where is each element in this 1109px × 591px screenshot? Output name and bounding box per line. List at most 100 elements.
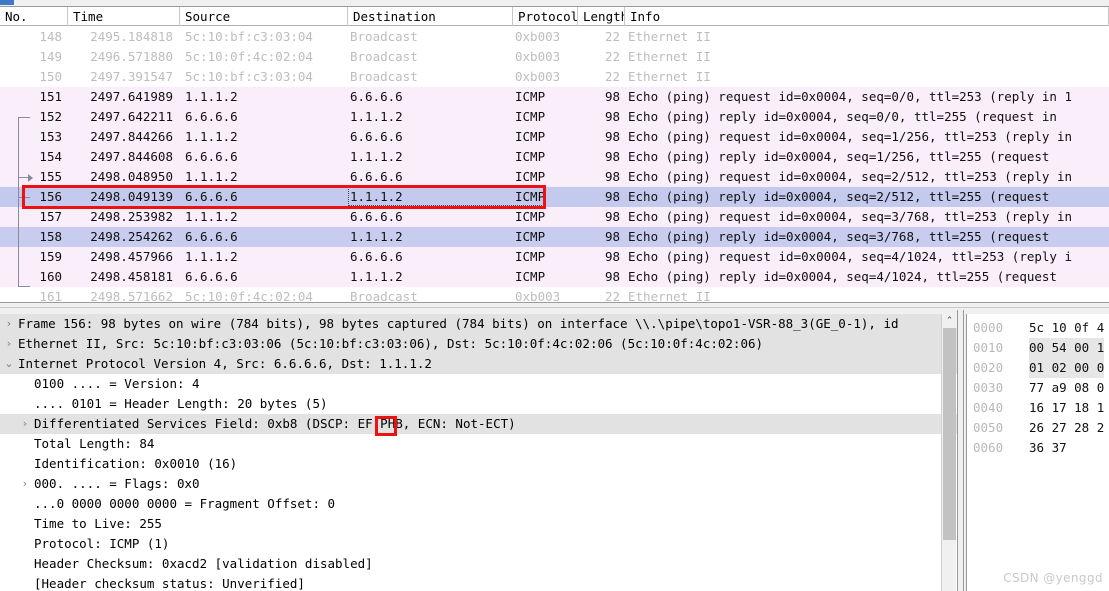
twisty-collapsed-icon[interactable]: › [2,334,16,354]
wireshark-window: No. Time Source Destination Protocol Length In… [0,0,1109,591]
packet-cell-no: 160 [39,269,62,284]
detail-pane-scrollbar[interactable]: ⌃ [941,314,957,591]
detail-tree-row[interactable]: Time to Live: 255 [0,514,960,534]
packet-row[interactable]: 158 2498.254262 6.6.6.6 1.1.1.2 ICMP 98 Echo (… [0,227,1109,247]
detail-tree-row[interactable]: Protocol: ICMP (1) [0,534,960,554]
packet-cell-no: 148 [39,29,62,44]
detail-tree-row[interactable]: [Header checksum status: Unverified] [0,574,960,591]
detail-tree-row[interactable]: Header Checksum: 0xacd2 [validation disa… [0,554,960,574]
column-header-destination[interactable]: Destination [348,7,513,26]
detail-tree-label: [Header checksum status: Unverified] [34,576,305,591]
packet-cell-info: Echo (ping) request id=0x0004, seq=2/512… [628,169,1073,184]
detail-tree-label: Protocol: ICMP (1) [34,536,170,551]
vertical-splitter[interactable] [957,310,964,591]
hex-row[interactable]: 0050 26 27 28 2 [967,418,1109,438]
hex-row[interactable]: 0000 5c 10 0f 4 [967,318,1109,338]
detail-tree-label: .... 0101 = Header Length: 20 bytes (5) [34,396,328,411]
detail-tree-label: Internet Protocol Version 4, Src: 6.6.6.… [18,356,432,371]
detail-tree-label: Time to Live: 255 [34,516,162,531]
hex-bytes: 77 a9 08 0 [1029,380,1105,395]
packet-row[interactable]: 153 2497.844266 1.1.1.2 6.6.6.6 ICMP 98 Echo (… [0,127,1109,147]
toolbar-strip-remnant [0,0,1109,7]
packet-bytes-pane[interactable]: 0000 5c 10 0f 4 0010 00 54 00 1 0020 01 02 00… [966,314,1109,591]
packet-cell-source: 6.6.6.6 [185,149,238,164]
hex-row[interactable]: 0040 16 17 18 1 [967,398,1109,418]
packet-details-pane[interactable]: › Frame 156: 98 bytes on wire (784 bits),… [0,314,960,591]
packet-cell-destination: Broadcast [350,29,418,44]
packet-cell-protocol: ICMP [515,109,546,124]
twisty-collapsed-icon[interactable]: › [2,314,16,334]
packet-cell-info: Echo (ping) reply id=0x0004, seq=1/256, … [628,149,1050,164]
packet-cell-destination: 6.6.6.6 [350,249,403,264]
packet-row[interactable]: 150 2497.391547 5c:10:bf:c3:03:04 Broadcast… [0,67,1109,87]
detail-tree-row[interactable]: › 000. .... = Flags: 0x0 [0,474,960,494]
packet-cell-time: 2498.458181 [90,269,173,284]
hex-row[interactable]: 0010 00 54 00 1 [967,338,1109,358]
packet-cell-time: 2498.254262 [90,229,173,244]
packet-row[interactable]: 151 2497.641989 1.1.1.2 6.6.6.6 ICMP 98 Echo (… [0,87,1109,107]
detail-tree-row[interactable]: ⌄ Internet Protocol Version 4, Src: 6.6.6… [0,354,960,374]
packet-row[interactable]: 148 2495.184818 5c:10:bf:c3:03:04 Broadcast… [0,27,1109,47]
hex-row[interactable]: 0020 01 02 00 0 [967,358,1109,378]
packet-cell-source: 1.1.1.2 [185,209,238,224]
hex-row[interactable]: 0060 36 37 [967,438,1109,458]
packet-row[interactable]: 149 2496.571880 5c:10:0f:4c:02:04 Broadcast… [0,47,1109,67]
detail-tree-row[interactable]: Total Length: 84 [0,434,960,454]
detail-tree-row[interactable]: 0100 .... = Version: 4 [0,374,960,394]
packet-cell-length: 22 [604,69,620,84]
twisty-collapsed-icon[interactable]: › [18,474,32,494]
packet-cell-destination: 6.6.6.6 [350,129,403,144]
column-header-time[interactable]: Time [68,7,180,26]
detail-tree-label: Total Length: 84 [34,436,155,451]
packet-list-rows[interactable]: 148 2495.184818 5c:10:bf:c3:03:04 Broadcast… [0,27,1109,307]
packet-cell-info: Echo (ping) reply id=0x0004, seq=3/768, … [628,229,1050,244]
packet-cell-protocol: 0xb003 [515,29,561,44]
packet-row[interactable]: 155 2498.048950 1.1.1.2 6.6.6.6 ICMP 98 Echo (… [0,167,1109,187]
packet-cell-time: 2498.049139 [90,189,173,204]
detail-tree-row[interactable]: › Differentiated Services Field: 0xb8 (DS… [0,414,960,434]
packet-cell-protocol: ICMP [515,209,546,224]
packet-cell-time: 2495.184818 [90,29,173,44]
hex-row[interactable]: 0030 77 a9 08 0 [967,378,1109,398]
twisty-expanded-icon[interactable]: ⌄ [2,354,16,374]
detail-tree-label: 000. .... = Flags: 0x0 [34,476,200,491]
packet-row[interactable]: 152 2497.642211 6.6.6.6 1.1.1.2 ICMP 98 Echo (… [0,107,1109,127]
packet-cell-info: Ethernet II [628,69,711,84]
packet-list-header[interactable]: No. Time Source Destination Protocol Length In… [0,7,1109,26]
detail-tree-row[interactable]: Identification: 0x0010 (16) [0,454,960,474]
horizontal-splitter[interactable] [0,302,1109,308]
column-header-length[interactable]: Length [578,7,625,26]
packet-cell-destination: 1.1.1.2 [350,189,403,204]
scrollbar-thumb[interactable] [943,328,956,540]
packet-cell-destination: Broadcast [350,69,418,84]
packet-cell-protocol: 0xb003 [515,69,561,84]
column-header-no[interactable]: No. [0,7,68,26]
packet-row[interactable]: 156 2498.049139 6.6.6.6 1.1.1.2 ICMP 98 Echo (… [0,187,1109,207]
detail-tree-row[interactable]: › Frame 156: 98 bytes on wire (784 bits),… [0,314,960,334]
column-header-source[interactable]: Source [180,7,348,26]
hex-offset: 0060 [973,440,1004,455]
hex-offset: 0020 [973,360,1004,375]
packet-cell-source: 6.6.6.6 [185,269,238,284]
packet-row[interactable]: 160 2498.458181 6.6.6.6 1.1.1.2 ICMP 98 Echo (… [0,267,1109,287]
detail-tree-row[interactable]: › Ethernet II, Src: 5c:10:bf:c3:03:06 (5c… [0,334,960,354]
packet-list-pane[interactable]: No. Time Source Destination Protocol Length In… [0,0,1109,308]
packet-cell-destination: 1.1.1.2 [350,229,403,244]
column-header-protocol[interactable]: Protocol [513,7,578,26]
detail-tree-row[interactable]: .... 0101 = Header Length: 20 bytes (5) [0,394,960,414]
packet-cell-protocol: ICMP [515,149,546,164]
packet-row[interactable]: 157 2498.253982 1.1.1.2 6.6.6.6 ICMP 98 Echo (… [0,207,1109,227]
packet-cell-info: Echo (ping) reply id=0x0004, seq=2/512, … [628,189,1050,204]
packet-cell-info: Echo (ping) reply id=0x0004, seq=4/1024,… [628,269,1057,284]
packet-cell-length: 98 [604,109,620,124]
detail-tree-label: Differentiated Services Field: 0xb8 (DSC… [34,416,516,431]
twisty-collapsed-icon[interactable]: › [18,414,32,434]
packet-row[interactable]: 154 2497.844608 6.6.6.6 1.1.1.2 ICMP 98 Echo (… [0,147,1109,167]
hex-offset: 0030 [973,380,1004,395]
column-header-info[interactable]: Info [625,7,1109,26]
packet-cell-info: Echo (ping) request id=0x0004, seq=4/102… [628,249,1073,264]
packet-cell-protocol: ICMP [515,129,546,144]
packet-row[interactable]: 159 2498.457966 1.1.1.2 6.6.6.6 ICMP 98 Echo (… [0,247,1109,267]
scroll-up-arrow-icon[interactable]: ⌃ [942,314,957,328]
detail-tree-row[interactable]: ...0 0000 0000 0000 = Fragment Offset: 0 [0,494,960,514]
